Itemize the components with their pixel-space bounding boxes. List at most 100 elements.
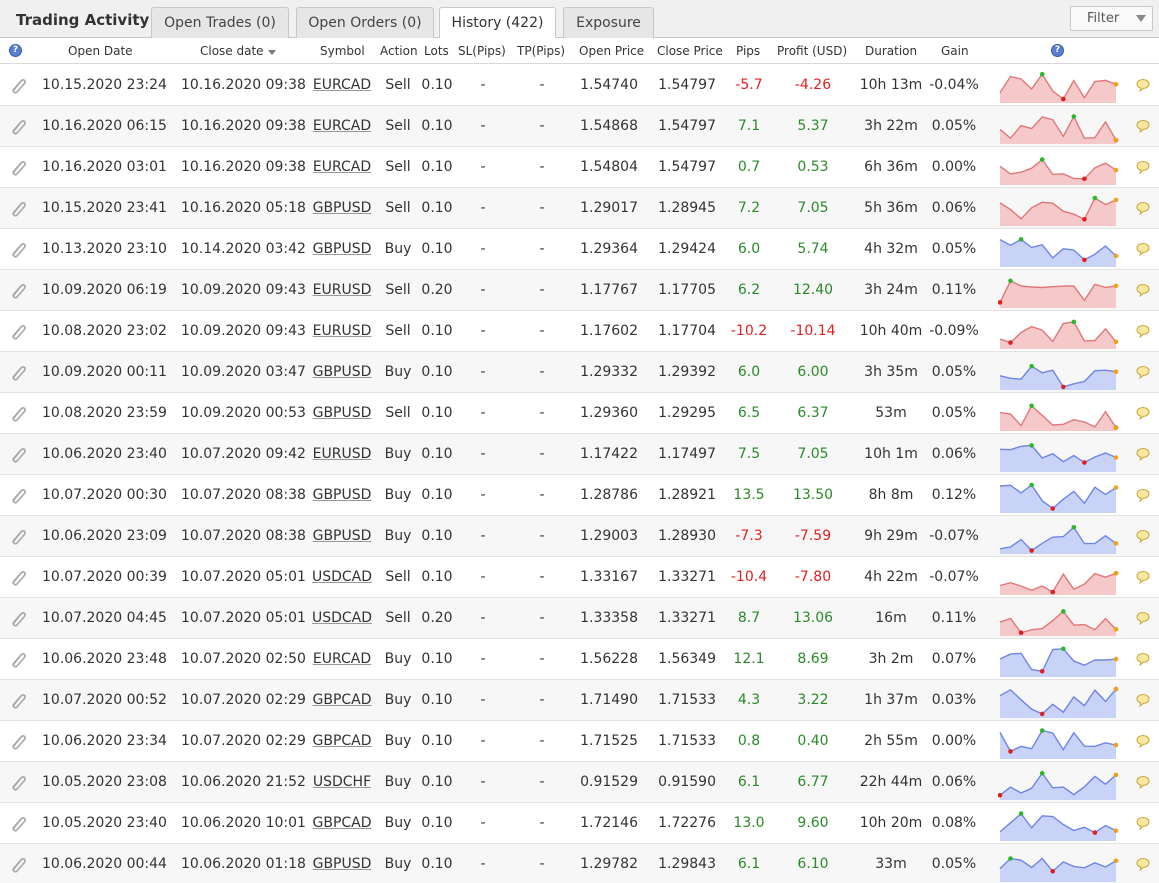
speech-bubble-icon[interactable] — [1136, 242, 1150, 256]
symbol-link[interactable]: EURUSD — [308, 446, 376, 462]
help-icon[interactable]: ? — [1051, 44, 1064, 57]
col-gain[interactable]: Gain — [941, 44, 969, 58]
paperclip-icon[interactable] — [9, 856, 27, 874]
col-sl[interactable]: SL(Pips) — [458, 44, 506, 58]
symbol-link[interactable]: EURCAD — [308, 651, 376, 667]
speech-bubble-icon[interactable] — [1136, 447, 1150, 461]
speech-bubble-icon[interactable] — [1136, 652, 1150, 666]
symbol-link[interactable]: USDCAD — [308, 610, 376, 626]
gain-cell: 0.03% — [931, 692, 977, 708]
paperclip-icon[interactable] — [9, 528, 27, 546]
symbol-link[interactable]: EURCAD — [308, 118, 376, 134]
help-icon[interactable]: ? — [9, 44, 22, 57]
speech-bubble-icon[interactable] — [1136, 160, 1150, 174]
speech-bubble-icon[interactable] — [1136, 365, 1150, 379]
paperclip-icon[interactable] — [9, 446, 27, 464]
speech-bubble-icon[interactable] — [1136, 406, 1150, 420]
sl-cell: - — [480, 200, 486, 216]
table-header: ? Open Date Close date Symbol Action Lot… — [0, 38, 1159, 64]
tab-history[interactable]: History (422) — [439, 7, 556, 39]
symbol-link[interactable]: GBPCAD — [308, 815, 376, 831]
speech-bubble-icon[interactable] — [1136, 570, 1150, 584]
open-price-cell: 1.17602 — [580, 323, 638, 339]
paperclip-icon[interactable] — [9, 200, 27, 218]
speech-bubble-icon[interactable] — [1136, 324, 1150, 338]
speech-bubble-icon[interactable] — [1136, 693, 1150, 707]
speech-bubble-icon[interactable] — [1136, 857, 1150, 871]
paperclip-icon[interactable] — [9, 569, 27, 587]
open-date-cell: 10.06.2020 23:34 — [42, 733, 167, 749]
speech-bubble-icon[interactable] — [1136, 529, 1150, 543]
paperclip-icon[interactable] — [9, 815, 27, 833]
speech-bubble-icon[interactable] — [1136, 816, 1150, 830]
paperclip-icon[interactable] — [9, 692, 27, 710]
symbol-link[interactable]: GBPCAD — [308, 692, 376, 708]
speech-bubble-icon[interactable] — [1136, 488, 1150, 502]
gain-cell: 0.05% — [931, 364, 977, 380]
symbol-link[interactable]: USDCHF — [308, 774, 376, 790]
speech-bubble-icon[interactable] — [1136, 775, 1150, 789]
symbol-link[interactable]: GBPUSD — [308, 856, 376, 872]
symbol-link[interactable]: EURCAD — [308, 77, 376, 93]
paperclip-icon[interactable] — [9, 364, 27, 382]
col-symbol[interactable]: Symbol — [320, 44, 365, 58]
tab-open-trades[interactable]: Open Trades (0) — [151, 7, 289, 38]
duration-cell: 10h 40m — [859, 323, 923, 339]
symbol-link[interactable]: GBPUSD — [308, 200, 376, 216]
col-open-date[interactable]: Open Date — [68, 44, 133, 58]
gain-cell: 0.00% — [931, 733, 977, 749]
col-profit[interactable]: Profit (USD) — [777, 44, 847, 58]
sl-cell: - — [480, 692, 486, 708]
paperclip-icon[interactable] — [9, 323, 27, 341]
gain-cell: 0.11% — [931, 610, 977, 626]
col-open-price[interactable]: Open Price — [579, 44, 644, 58]
symbol-link[interactable]: USDCAD — [308, 569, 376, 585]
speech-bubble-icon[interactable] — [1136, 283, 1150, 297]
open-price-cell: 1.29017 — [580, 200, 638, 216]
paperclip-icon[interactable] — [9, 487, 27, 505]
paperclip-icon[interactable] — [9, 241, 27, 259]
speech-bubble-icon[interactable] — [1136, 201, 1150, 215]
table-row: 10.07.2020 00:39 10.07.2020 05:01 USDCAD Se… — [0, 557, 1159, 598]
speech-bubble-icon[interactable] — [1136, 611, 1150, 625]
paperclip-icon[interactable] — [9, 651, 27, 669]
symbol-link[interactable]: GBPUSD — [308, 487, 376, 503]
col-pips[interactable]: Pips — [736, 44, 760, 58]
tab-open-orders[interactable]: Open Orders (0) — [296, 7, 434, 38]
paperclip-icon[interactable] — [9, 77, 27, 95]
symbol-link[interactable]: GBPUSD — [308, 241, 376, 257]
table-row: 10.05.2020 23:08 10.06.2020 21:52 USDCHF Bu… — [0, 762, 1159, 803]
symbol-link[interactable]: GBPCAD — [308, 733, 376, 749]
sl-cell: - — [480, 405, 486, 421]
paperclip-icon[interactable] — [9, 774, 27, 792]
paperclip-icon[interactable] — [9, 282, 27, 300]
symbol-link[interactable]: EURUSD — [308, 282, 376, 298]
paperclip-icon[interactable] — [9, 610, 27, 628]
col-action[interactable]: Action — [380, 44, 418, 58]
paperclip-icon[interactable] — [9, 159, 27, 177]
open-date-cell: 10.05.2020 23:40 — [42, 815, 167, 831]
col-duration[interactable]: Duration — [865, 44, 917, 58]
table-row: 10.07.2020 00:30 10.07.2020 08:38 GBPUSD Bu… — [0, 475, 1159, 516]
col-tp[interactable]: TP(Pips) — [517, 44, 565, 58]
pips-cell: 6.1 — [737, 856, 761, 872]
tp-cell: - — [539, 815, 545, 831]
paperclip-icon[interactable] — [9, 733, 27, 751]
paperclip-icon[interactable] — [9, 405, 27, 423]
symbol-link[interactable]: GBPUSD — [308, 405, 376, 421]
filter-dropdown[interactable]: Filter — [1070, 6, 1153, 31]
col-close-date[interactable]: Close date — [200, 44, 276, 58]
trade-sparkline — [999, 157, 1119, 185]
symbol-link[interactable]: EURCAD — [308, 159, 376, 175]
paperclip-icon[interactable] — [9, 118, 27, 136]
symbol-link[interactable]: EURUSD — [308, 323, 376, 339]
speech-bubble-icon[interactable] — [1136, 734, 1150, 748]
symbol-link[interactable]: GBPUSD — [308, 528, 376, 544]
speech-bubble-icon[interactable] — [1136, 119, 1150, 133]
sl-cell: - — [480, 733, 486, 749]
speech-bubble-icon[interactable] — [1136, 78, 1150, 92]
tab-exposure[interactable]: Exposure — [563, 7, 654, 38]
col-lots[interactable]: Lots — [424, 44, 449, 58]
symbol-link[interactable]: GBPUSD — [308, 364, 376, 380]
col-close-price[interactable]: Close Price — [657, 44, 723, 58]
